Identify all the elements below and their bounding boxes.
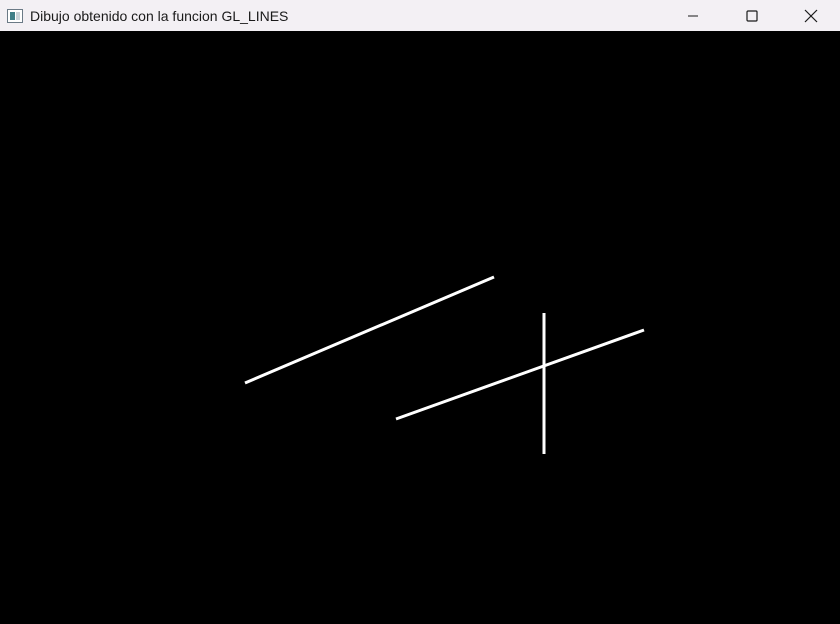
maximize-button[interactable]: [722, 0, 781, 31]
app-window: Dibujo obtenido con la funcion GL_LINES: [0, 0, 840, 624]
window-title: Dibujo obtenido con la funcion GL_LINES: [30, 7, 289, 24]
close-icon: [804, 9, 817, 22]
window-controls: [663, 0, 840, 31]
gl-lines-drawing: [244, 275, 645, 454]
maximize-icon: [745, 9, 758, 22]
minimize-icon: [687, 15, 698, 16]
close-button[interactable]: [781, 0, 840, 31]
title-bar[interactable]: Dibujo obtenido con la funcion GL_LINES: [0, 0, 840, 31]
gl-line-2: [395, 328, 645, 421]
minimize-button[interactable]: [663, 0, 722, 31]
gl-line-1: [244, 275, 495, 385]
opengl-canvas[interactable]: [0, 31, 840, 624]
opengl-window-icon[interactable]: [7, 8, 23, 23]
